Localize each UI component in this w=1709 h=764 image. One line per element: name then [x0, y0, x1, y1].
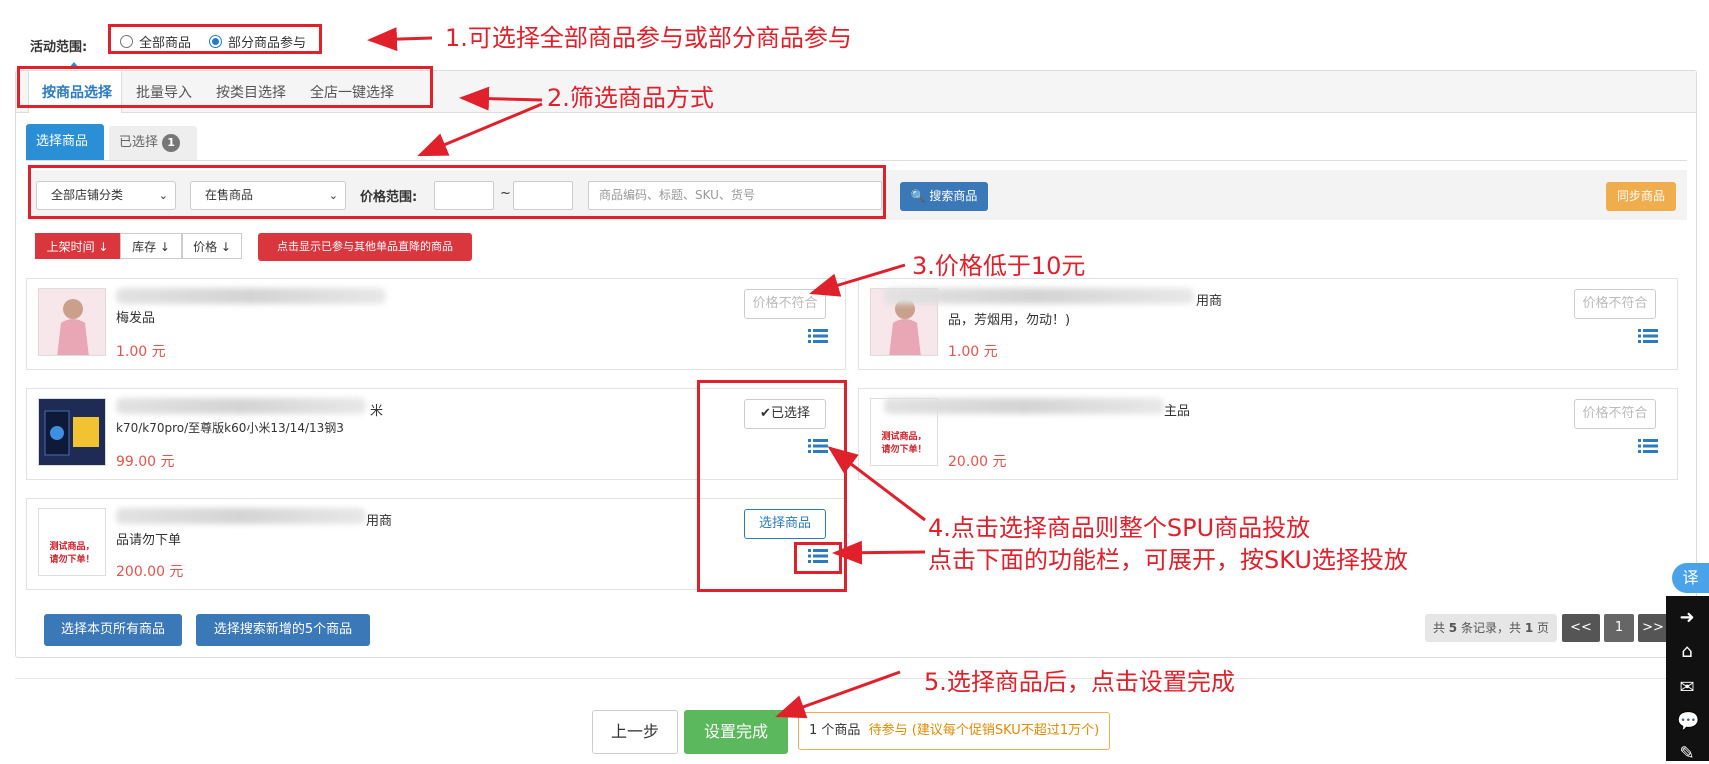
test-product-label: 测试商品， 请勿下单！	[39, 541, 105, 567]
product-title-blurred	[884, 398, 1164, 414]
sku-list-icon[interactable]	[1638, 328, 1658, 344]
summary-pages: 1	[1524, 621, 1534, 635]
annotation-1: 1.可选择全部商品参与或部分商品参与	[445, 24, 852, 52]
arrow-right-icon[interactable]: ➜	[1677, 608, 1697, 628]
filter-highlight-box	[28, 165, 886, 219]
product-price: 1.00 元	[116, 344, 166, 360]
product-price: 200.00 元	[116, 564, 184, 580]
sort-by-stock[interactable]: 库存 ↓	[120, 233, 182, 259]
selected-count-badge: 1	[162, 134, 181, 152]
summary-mid: 条记录，共	[1460, 621, 1521, 635]
product-title-line1-tail: 主品	[1164, 404, 1191, 419]
chat-icon[interactable]: 💬	[1677, 712, 1699, 732]
summary-post: 页	[1537, 621, 1550, 635]
test-product-label-line1: 测试商品，	[881, 432, 927, 442]
summary-count: 5	[1448, 621, 1458, 635]
product-price: 1.00 元	[948, 344, 998, 360]
price-mismatch-button: 价格不符合	[1574, 399, 1656, 429]
product-image-pink-dress	[39, 289, 105, 355]
scope-label: 活动范围:	[30, 40, 88, 55]
product-title-line1-tail: 用商	[366, 514, 393, 529]
product-price: 20.00 元	[948, 454, 1007, 470]
product-image-phone-box	[39, 399, 105, 465]
translate-badge[interactable]: 译	[1672, 563, 1709, 593]
mail-icon[interactable]: ✉	[1677, 678, 1697, 698]
product-title-blurred	[116, 288, 386, 304]
price-mismatch-button: 价格不符合	[1574, 289, 1656, 319]
select-new-search-button[interactable]: 选择搜索新增的5个商品	[196, 614, 370, 646]
product-price: 99.00 元	[116, 454, 175, 470]
participation-status: 1 个商品 待参与 (建议每个促销SKU不超过1万个)	[798, 712, 1111, 750]
sku-list-icon[interactable]	[1638, 438, 1658, 454]
subtab-selected[interactable]: 已选择 1	[109, 126, 197, 160]
product-title-line1-tail: 米	[370, 404, 384, 419]
subtab-selected-label: 已选择	[119, 135, 159, 150]
radio-unchecked-icon	[120, 35, 133, 48]
annotation-4: 4.点击选择商品则整个SPU商品投放	[928, 514, 1311, 542]
subtab-underline	[26, 160, 1687, 161]
product-title-line1-tail: 用商	[1196, 294, 1223, 309]
sync-products-button[interactable]: 同步商品	[1606, 182, 1676, 211]
side-toolbar: ➜ ⌂ ✉ 💬 ✎	[1666, 596, 1709, 764]
annotation-3: 3.价格低于10元	[912, 252, 1086, 280]
status-text: 待参与 (建议每个促销SKU不超过1万个)	[868, 723, 1100, 738]
pagination-summary: 共 5 条记录，共 1 页	[1425, 614, 1557, 642]
test-product-label-line1: 测试商品，	[49, 542, 95, 552]
pagination-prev[interactable]: <<	[1562, 614, 1600, 642]
search-icon: 🔍	[910, 189, 926, 203]
select-page-all-button[interactable]: 选择本页所有商品	[44, 614, 182, 646]
scope-option-all[interactable]: 全部商品	[120, 32, 191, 51]
annotation-5: 5.选择商品后，点击设置完成	[924, 668, 1235, 696]
sort-by-price[interactable]: 价格 ↓	[182, 233, 242, 259]
product-title-line2: 品，芳烟用，勿动！)	[948, 313, 1071, 328]
prev-step-button[interactable]: 上一步	[592, 710, 678, 754]
product-thumbnail	[38, 288, 106, 356]
annotation-4b: 点击下面的功能栏，可展开，按SKU选择投放	[928, 546, 1408, 574]
product-title-line2: 品请勿下单	[116, 533, 182, 548]
scope-option-partial[interactable]: 部分商品参与	[209, 32, 306, 51]
sort-by-listing-time[interactable]: 上架时间 ↓	[35, 233, 120, 259]
edit-icon[interactable]: ✎	[1677, 744, 1697, 764]
product-title-line2: k70/k70pro/至尊版k60小米13/14/13钢3	[116, 421, 344, 435]
pagination-next[interactable]: >>	[1638, 614, 1668, 642]
scope-option-partial-label: 部分商品参与	[228, 36, 307, 51]
product-thumbnail	[38, 398, 106, 466]
annotation-2: 2.筛选商品方式	[547, 84, 714, 112]
product-thumbnail: 测试商品， 请勿下单！	[38, 508, 106, 576]
summary-pre: 共	[1432, 621, 1445, 635]
price-mismatch-button: 价格不符合	[744, 289, 826, 319]
home-icon[interactable]: ⌂	[1677, 642, 1697, 662]
status-count: 1 个商品	[809, 723, 861, 738]
scope-option-all-label: 全部商品	[139, 36, 192, 51]
search-products-label: 搜索商品	[929, 189, 978, 203]
subtab-select-products[interactable]: 选择商品	[26, 124, 104, 160]
tabs-highlight-box	[17, 66, 433, 108]
scope-radio-group: 全部商品 部分商品参与	[120, 32, 316, 51]
test-product-label: 测试商品， 请勿下单！	[871, 431, 937, 457]
footer-divider	[15, 678, 1697, 679]
product-title-blurred	[116, 508, 366, 524]
test-product-label-line2: 请勿下单！	[881, 445, 927, 455]
sku-icon-highlight-box	[794, 542, 842, 574]
product-title-blurred	[116, 398, 366, 414]
sku-list-icon[interactable]	[808, 328, 828, 344]
finish-setup-button[interactable]: 设置完成	[684, 710, 788, 754]
product-title-line2: 梅发品	[116, 311, 156, 326]
search-products-button[interactable]: 🔍 搜索商品	[900, 182, 988, 211]
pagination-page-1[interactable]: 1	[1604, 614, 1634, 642]
radio-checked-icon	[209, 35, 223, 48]
test-product-label-line2: 请勿下单！	[49, 555, 95, 565]
show-other-promo-button[interactable]: 点击显示已参与其他单品直降的商品	[258, 233, 472, 261]
product-title-blurred	[884, 288, 1194, 304]
